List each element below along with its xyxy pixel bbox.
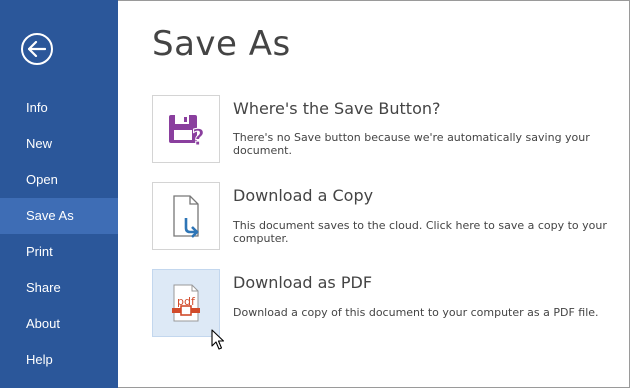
sidebar-item-about[interactable]: About bbox=[0, 306, 118, 342]
download-pdf-description: Download a copy of this document to your… bbox=[233, 306, 599, 319]
download-copy-tile[interactable] bbox=[152, 182, 220, 250]
sidebar-item-save-as[interactable]: Save As bbox=[0, 198, 118, 234]
sidebar-item-info[interactable]: Info bbox=[0, 90, 118, 126]
save-button-help-description: There's no Save button because we're aut… bbox=[233, 131, 590, 157]
download-copy-description: This document saves to the cloud. Click … bbox=[233, 219, 607, 245]
sidebar-item-help[interactable]: Help bbox=[0, 342, 118, 378]
back-arrow-icon bbox=[28, 41, 46, 57]
floppy-question-icon: ? bbox=[169, 115, 205, 151]
sidebar-item-open[interactable]: Open bbox=[0, 162, 118, 198]
download-pdf-tile[interactable]: pdf bbox=[152, 269, 220, 337]
save-button-help-title[interactable]: Where's the Save Button? bbox=[233, 99, 440, 118]
back-button[interactable] bbox=[21, 33, 53, 65]
sidebar-item-print[interactable]: Print bbox=[0, 234, 118, 270]
mouse-pointer-icon bbox=[211, 329, 225, 350]
pdf-file-icon: pdf bbox=[172, 284, 200, 322]
save-button-help-tile[interactable]: ? bbox=[152, 95, 220, 163]
sidebar-item-share[interactable]: Share bbox=[0, 270, 118, 306]
backstage-sidebar: Info New Open Save As Print Share About … bbox=[0, 0, 118, 388]
document-download-icon bbox=[173, 195, 199, 238]
download-copy-title[interactable]: Download a Copy bbox=[233, 186, 373, 205]
svg-text:?: ? bbox=[192, 126, 205, 151]
page-title: Save As bbox=[152, 24, 291, 64]
download-pdf-title[interactable]: Download as PDF bbox=[233, 273, 372, 292]
sidebar-item-new[interactable]: New bbox=[0, 126, 118, 162]
